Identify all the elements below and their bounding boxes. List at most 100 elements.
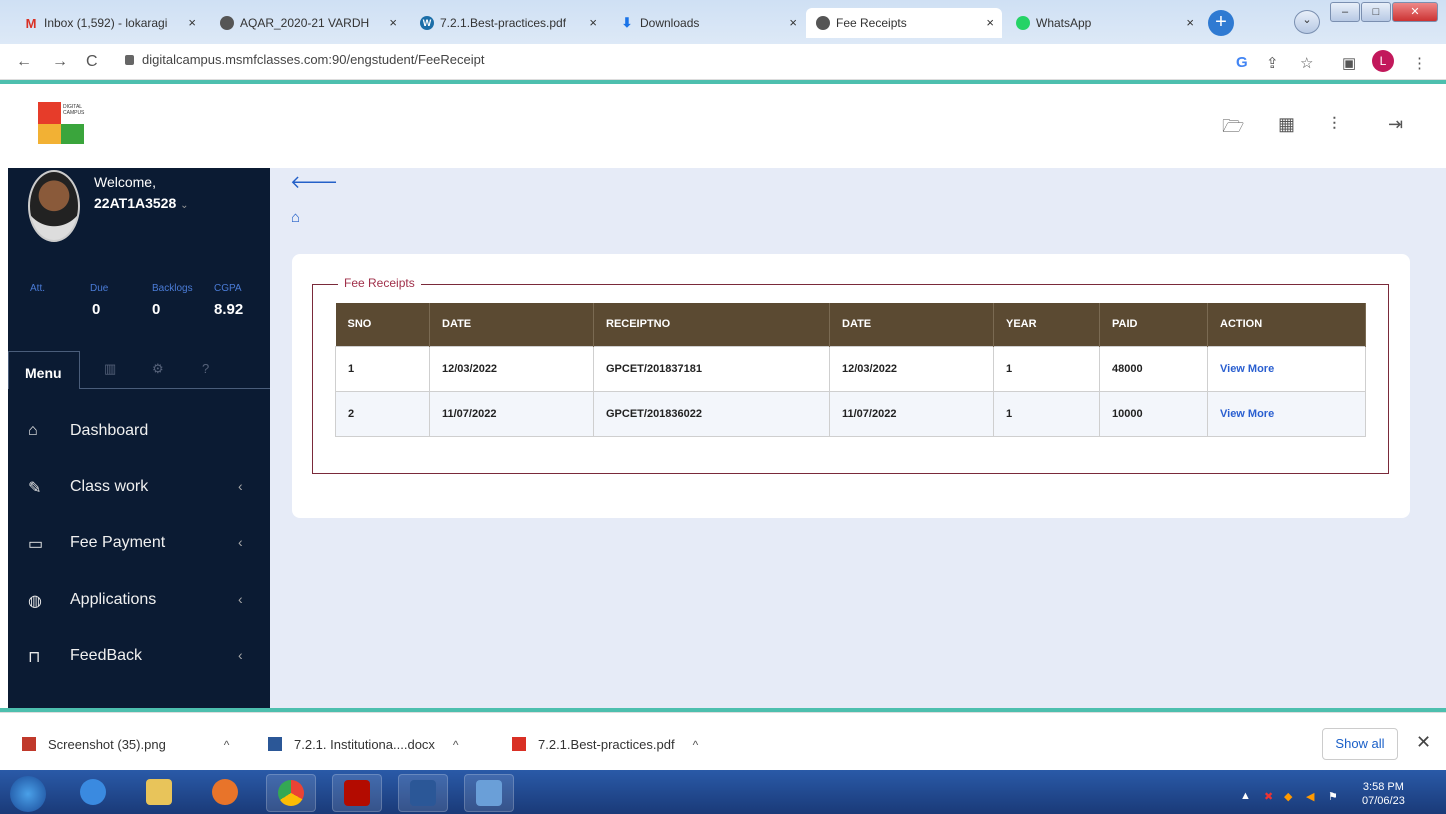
view-more-link[interactable]: View More xyxy=(1207,390,1366,437)
back-arrow-icon[interactable]: 🡐 xyxy=(290,172,338,193)
download-item-pdf[interactable]: 7.2.1.Best-practices.pdf ^ xyxy=(512,737,698,752)
cell-receiptno: GPCET/201837181 xyxy=(593,345,830,392)
user-id[interactable]: 22AT1A3528 ⌄ xyxy=(94,195,189,211)
chevron-left-icon: ‹ xyxy=(238,478,243,494)
google-icon[interactable]: G xyxy=(1236,54,1248,71)
tab-downloads[interactable]: ⬇ Downloads × xyxy=(610,8,805,38)
book-icon[interactable]: ▥ xyxy=(104,361,116,377)
view-more-link[interactable]: View More xyxy=(1207,345,1366,392)
sidebar: Welcome, 22AT1A3528 ⌄ Att. Due Backlogs … xyxy=(8,168,270,708)
tab-best-practices[interactable]: W 7.2.1.Best-practices.pdf × xyxy=(410,8,605,38)
flag-icon[interactable]: ⚑ xyxy=(1328,790,1338,803)
sidebar-item-class-work[interactable]: ✎ Class work ‹ xyxy=(8,460,270,516)
tray-error-icon[interactable]: ✖ xyxy=(1264,790,1273,803)
help-icon[interactable]: ? xyxy=(202,361,209,376)
sidebar-item-dashboard[interactable]: ⌂ Dashboard xyxy=(8,404,270,460)
screenshot-taskbar-button[interactable] xyxy=(464,774,514,812)
table-row: 2 11/07/2022 GPCET/201836022 11/07/2022 … xyxy=(335,390,1366,437)
section-title: Fee Receipts xyxy=(338,276,421,290)
home-icon[interactable]: ⌂ xyxy=(291,209,300,226)
chrome-taskbar-button[interactable] xyxy=(266,774,316,812)
tab-aqar[interactable]: AQAR_2020-21 VARDH × xyxy=(210,8,405,38)
image-file-icon xyxy=(22,737,36,751)
chevron-left-icon: ‹ xyxy=(238,591,243,607)
column-header-sno: SNO xyxy=(335,303,430,346)
chevron-up-icon[interactable]: ^ xyxy=(224,738,230,752)
minimize-button[interactable]: – xyxy=(1330,2,1360,22)
calendar-icon[interactable]: ▦ xyxy=(1278,114,1295,135)
start-button[interactable] xyxy=(10,776,46,812)
download-item-screenshot[interactable]: Screenshot (35).png ^ xyxy=(22,737,229,752)
more-icon[interactable]: ⋮ xyxy=(1412,54,1427,72)
close-icon[interactable]: × xyxy=(589,15,597,30)
close-icon[interactable]: × xyxy=(389,15,397,30)
globe-icon: ◍ xyxy=(28,593,42,610)
tray-network-icon[interactable]: ◆ xyxy=(1284,790,1292,803)
column-header-date: DATE xyxy=(429,303,594,346)
ie-taskbar-button[interactable] xyxy=(68,774,118,812)
folder-icon[interactable]: 🗁 xyxy=(1222,114,1244,144)
column-header-paid: PAID xyxy=(1099,303,1208,346)
reload-icon[interactable]: C xyxy=(86,53,98,71)
clock[interactable]: 3:58 PM 07/06/23 xyxy=(1362,780,1405,808)
logout-icon[interactable]: ⇥ xyxy=(1388,114,1403,135)
word-taskbar-button[interactable] xyxy=(398,774,448,812)
cell-year: 1 xyxy=(993,390,1100,437)
tab-search-button[interactable]: ⌄ xyxy=(1294,10,1320,34)
logo[interactable]: DIGITAL CAMPUS xyxy=(38,102,84,148)
cell-receiptno: GPCET/201836022 xyxy=(593,390,830,437)
window-close-button[interactable]: ✕ xyxy=(1392,2,1438,22)
new-tab-button[interactable]: + xyxy=(1208,10,1234,36)
acrobat-taskbar-button[interactable] xyxy=(332,774,382,812)
pdf-file-icon xyxy=(512,737,526,751)
stat-label-cgpa: CGPA xyxy=(214,283,242,294)
tab-whatsapp[interactable]: WhatsApp × xyxy=(1006,8,1202,38)
tray-arrow-icon[interactable]: ▲ xyxy=(1240,790,1251,802)
explorer-taskbar-button[interactable] xyxy=(134,774,184,812)
folder-icon: ▭ xyxy=(28,536,44,553)
settings-sliders-icon[interactable]: ⫶ xyxy=(1332,114,1337,135)
forward-icon[interactable]: → xyxy=(52,53,68,71)
stat-value-backlogs: 0 xyxy=(152,301,161,318)
sidepanel-icon[interactable]: ▣ xyxy=(1342,54,1356,72)
chevron-left-icon: ‹ xyxy=(238,534,243,550)
star-icon[interactable]: ☆ xyxy=(1300,54,1313,72)
tab-gmail[interactable]: M Inbox (1,592) - lokaragi × xyxy=(14,8,204,38)
speaker-icon[interactable]: ◀ xyxy=(1306,790,1314,803)
back-icon[interactable]: ← xyxy=(16,53,32,71)
stat-label-due: Due xyxy=(90,283,109,294)
close-icon[interactable]: ✕ xyxy=(1416,732,1431,753)
download-item-docx[interactable]: 7.2.1. Institutiona....docx ^ xyxy=(268,737,459,752)
close-icon[interactable]: × xyxy=(789,15,797,30)
show-all-button[interactable]: Show all xyxy=(1322,728,1398,760)
profile-avatar[interactable]: L xyxy=(1372,50,1394,72)
welcome-text: Welcome, xyxy=(94,174,156,190)
share-icon[interactable]: ⇪ xyxy=(1266,54,1279,72)
clock-time: 3:58 PM xyxy=(1362,781,1404,793)
url-field[interactable]: digitalcampus.msmfclasses.com:90/engstud… xyxy=(125,52,485,67)
media-taskbar-button[interactable] xyxy=(200,774,250,812)
downloads-bar: Screenshot (35).png ^ 7.2.1. Institutiona… xyxy=(0,712,1446,770)
fee-receipts-table: SNO DATE RECEIPTNO DATE YEAR PAID ACTION… xyxy=(335,303,1366,437)
sidebar-item-feedback[interactable]: ⊓ FeedBack ‹ xyxy=(8,629,270,685)
chevron-up-icon[interactable]: ^ xyxy=(453,738,459,752)
close-icon[interactable]: × xyxy=(986,15,994,30)
sidebar-item-applications[interactable]: ◍ Applications ‹ xyxy=(8,573,270,629)
stat-value-cgpa: 8.92 xyxy=(214,301,244,318)
close-icon[interactable]: × xyxy=(188,15,196,30)
stat-label-att: Att. xyxy=(30,283,46,294)
tab-fee-receipts[interactable]: Fee Receipts × xyxy=(806,8,1002,38)
column-header-year: YEAR xyxy=(993,303,1100,346)
close-icon[interactable]: × xyxy=(1186,15,1194,30)
sidebar-item-fee-payment[interactable]: ▭ Fee Payment ‹ xyxy=(8,516,270,572)
globe-icon xyxy=(220,16,234,30)
maximize-button[interactable]: □ xyxy=(1361,2,1391,22)
tab-menu[interactable]: Menu xyxy=(8,351,80,389)
gear-icon[interactable]: ⚙ xyxy=(152,361,164,377)
download-icon: ⬇ xyxy=(621,15,633,30)
chevron-up-icon[interactable]: ^ xyxy=(693,738,699,752)
clock-date: 07/06/23 xyxy=(1362,795,1405,807)
lock-icon xyxy=(125,55,134,65)
address-bar: ← → C digitalcampus.msmfclasses.com:90/e… xyxy=(0,44,1446,80)
cell-year: 1 xyxy=(993,345,1100,392)
